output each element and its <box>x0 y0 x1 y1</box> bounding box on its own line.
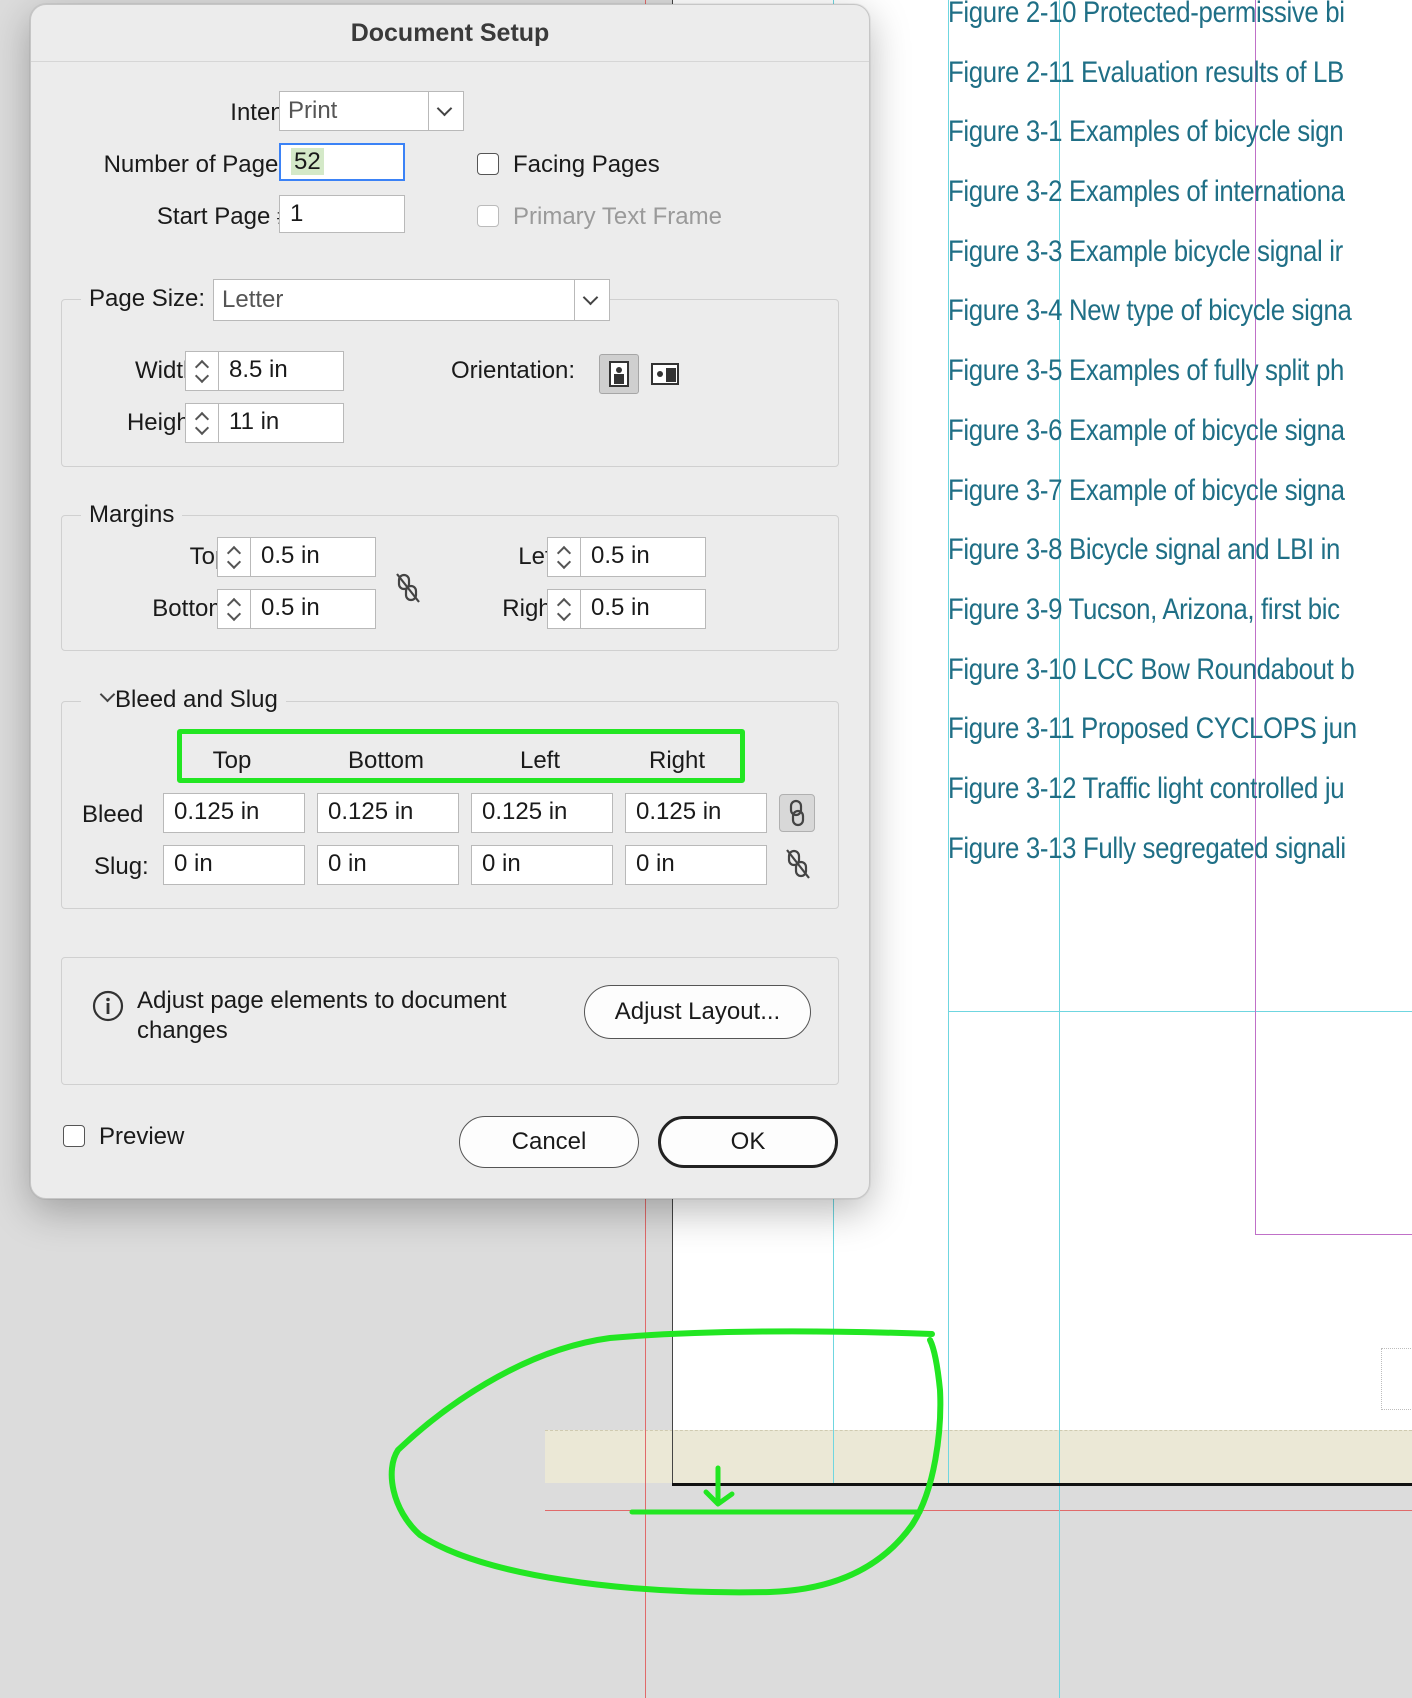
bleed-label: Bleed <box>82 801 144 828</box>
bleed-link-button[interactable] <box>779 794 815 832</box>
stepper-down-icon[interactable] <box>194 420 210 436</box>
dialog-title: Document Setup <box>350 19 550 47</box>
margin-right-stepper[interactable] <box>547 589 581 629</box>
stepper-down-icon[interactable] <box>226 554 242 570</box>
width-input[interactable]: 8.5 in <box>218 351 344 391</box>
arrow-head <box>703 1489 735 1507</box>
figure-list-item: Figure 3-10 LCC Bow Roundabout b <box>948 652 1355 686</box>
slug-right-input[interactable]: 0 in <box>625 845 767 885</box>
start-page-input[interactable]: 1 <box>279 195 405 233</box>
figure-list-item: Figure 3-2 Examples of internationa <box>948 175 1345 209</box>
figure-list-item: Figure 3-9 Tucson, Arizona, first bic <box>948 592 1340 626</box>
margins-group <box>61 515 839 651</box>
number-of-pages-input[interactable]: 52 <box>279 143 405 181</box>
figure-list-item: Figure 3-11 Proposed CYCLOPS jun <box>948 712 1357 746</box>
slug-unlink-icon[interactable] <box>783 847 813 881</box>
preview-checkbox[interactable] <box>63 1125 85 1147</box>
figure-list-item: Figure 3-13 Fully segregated signali <box>948 831 1346 865</box>
margins-legend: Margins <box>81 501 183 529</box>
info-icon <box>92 990 124 1022</box>
figure-list: Figure 2-10 Protected-permissive bi Figu… <box>948 0 1412 878</box>
margin-bottom-stepper[interactable] <box>217 589 251 629</box>
orientation-label: Orientation: <box>451 357 576 384</box>
height-stepper[interactable] <box>185 403 219 443</box>
page-edge-bottom <box>672 1483 1412 1486</box>
intent-value: Print <box>288 97 338 124</box>
adjust-info-line1: Adjust page elements to document <box>137 987 507 1014</box>
preview-label: Preview <box>99 1123 185 1150</box>
slug-label: Slug: <box>94 853 149 880</box>
empty-frame <box>1381 1348 1412 1410</box>
margin-top-stepper[interactable] <box>217 537 251 577</box>
link-icon <box>789 799 805 827</box>
bleed-guide-bottom <box>545 1510 1412 1511</box>
page-size-label: Page Size: <box>81 285 214 313</box>
slug-bottom-input[interactable]: 0 in <box>317 845 459 885</box>
document-setup-dialog: Document Setup Intent: Print Number of P… <box>30 4 870 1199</box>
unlink-icon[interactable] <box>393 571 423 605</box>
figure-list-item: Figure 3-7 Example of bicycle signa <box>948 473 1345 507</box>
intent-label: Intent: <box>230 99 297 126</box>
margin-bottom-label: Bottom: <box>152 595 235 622</box>
bleed-right-input[interactable]: 0.125 in <box>625 793 767 833</box>
facing-pages-label: Facing Pages <box>513 151 660 178</box>
margin-left-input[interactable]: 0.5 in <box>580 537 706 577</box>
primary-text-frame-checkbox[interactable] <box>477 205 499 227</box>
figure-list-item: Figure 3-3 Example bicycle signal ir <box>948 234 1343 268</box>
width-stepper[interactable] <box>185 351 219 391</box>
margin-top-label: Top: <box>189 543 235 570</box>
figure-list-item: Figure 2-11 Evaluation results of LB <box>948 55 1344 89</box>
stepper-down-icon[interactable] <box>194 368 210 384</box>
figure-list-item: Figure 3-8 Bicycle signal and LBI in <box>948 533 1341 567</box>
bleed-area <box>545 1430 1412 1483</box>
bleed-bottom-input[interactable]: 0.125 in <box>317 793 459 833</box>
page-size-value: Letter <box>222 286 284 313</box>
adjust-layout-button[interactable]: Adjust Layout... <box>584 985 811 1039</box>
page-size-dropdown[interactable] <box>574 280 609 320</box>
dialog-title-bar[interactable]: Document Setup <box>31 5 869 62</box>
portrait-icon[interactable] <box>599 354 639 394</box>
stepper-down-icon[interactable] <box>556 554 572 570</box>
page-size-select[interactable]: Letter <box>213 279 610 321</box>
height-input[interactable]: 11 in <box>218 403 344 443</box>
adjust-info-line2: changes <box>137 1017 228 1044</box>
cancel-button[interactable]: Cancel <box>459 1116 639 1168</box>
stepper-down-icon[interactable] <box>226 606 242 622</box>
intent-dropdown[interactable] <box>428 92 463 130</box>
intent-select[interactable]: Print <box>279 91 464 131</box>
margin-top-input[interactable]: 0.5 in <box>250 537 376 577</box>
number-of-pages-label: Number of Pages: <box>103 151 297 178</box>
figure-list-item: Figure 3-1 Examples of bicycle sign <box>948 115 1344 149</box>
bleed-top-input[interactable]: 0.125 in <box>163 793 305 833</box>
figure-list-item: Figure 3-5 Examples of fully split ph <box>948 354 1344 388</box>
chevron-down-icon <box>582 289 599 306</box>
stepper-down-icon[interactable] <box>556 606 572 622</box>
figure-list-item: Figure 3-6 Example of bicycle signa <box>948 413 1345 447</box>
ok-button[interactable]: OK <box>658 1116 838 1168</box>
bleed-left-input[interactable]: 0.125 in <box>471 793 613 833</box>
primary-text-frame-label: Primary Text Frame <box>513 203 722 230</box>
slug-top-input[interactable]: 0 in <box>163 845 305 885</box>
start-page-label: Start Page #: <box>156 203 297 230</box>
margin-bottom-input[interactable]: 0.5 in <box>250 589 376 629</box>
figure-list-item: Figure 3-4 New type of bicycle signa <box>948 294 1352 328</box>
figure-list-item: Figure 2-10 Protected-permissive bi <box>948 0 1345 29</box>
number-of-pages-value: 52 <box>291 148 324 175</box>
facing-pages-checkbox[interactable] <box>477 153 499 175</box>
slug-left-input[interactable]: 0 in <box>471 845 613 885</box>
margin-right-input[interactable]: 0.5 in <box>580 589 706 629</box>
landscape-icon[interactable] <box>645 354 685 394</box>
chevron-down-icon <box>436 100 453 117</box>
margin-left-stepper[interactable] <box>547 537 581 577</box>
figure-list-item: Figure 3-12 Traffic light controlled ju <box>948 771 1345 805</box>
highlight-annotation <box>177 729 745 783</box>
